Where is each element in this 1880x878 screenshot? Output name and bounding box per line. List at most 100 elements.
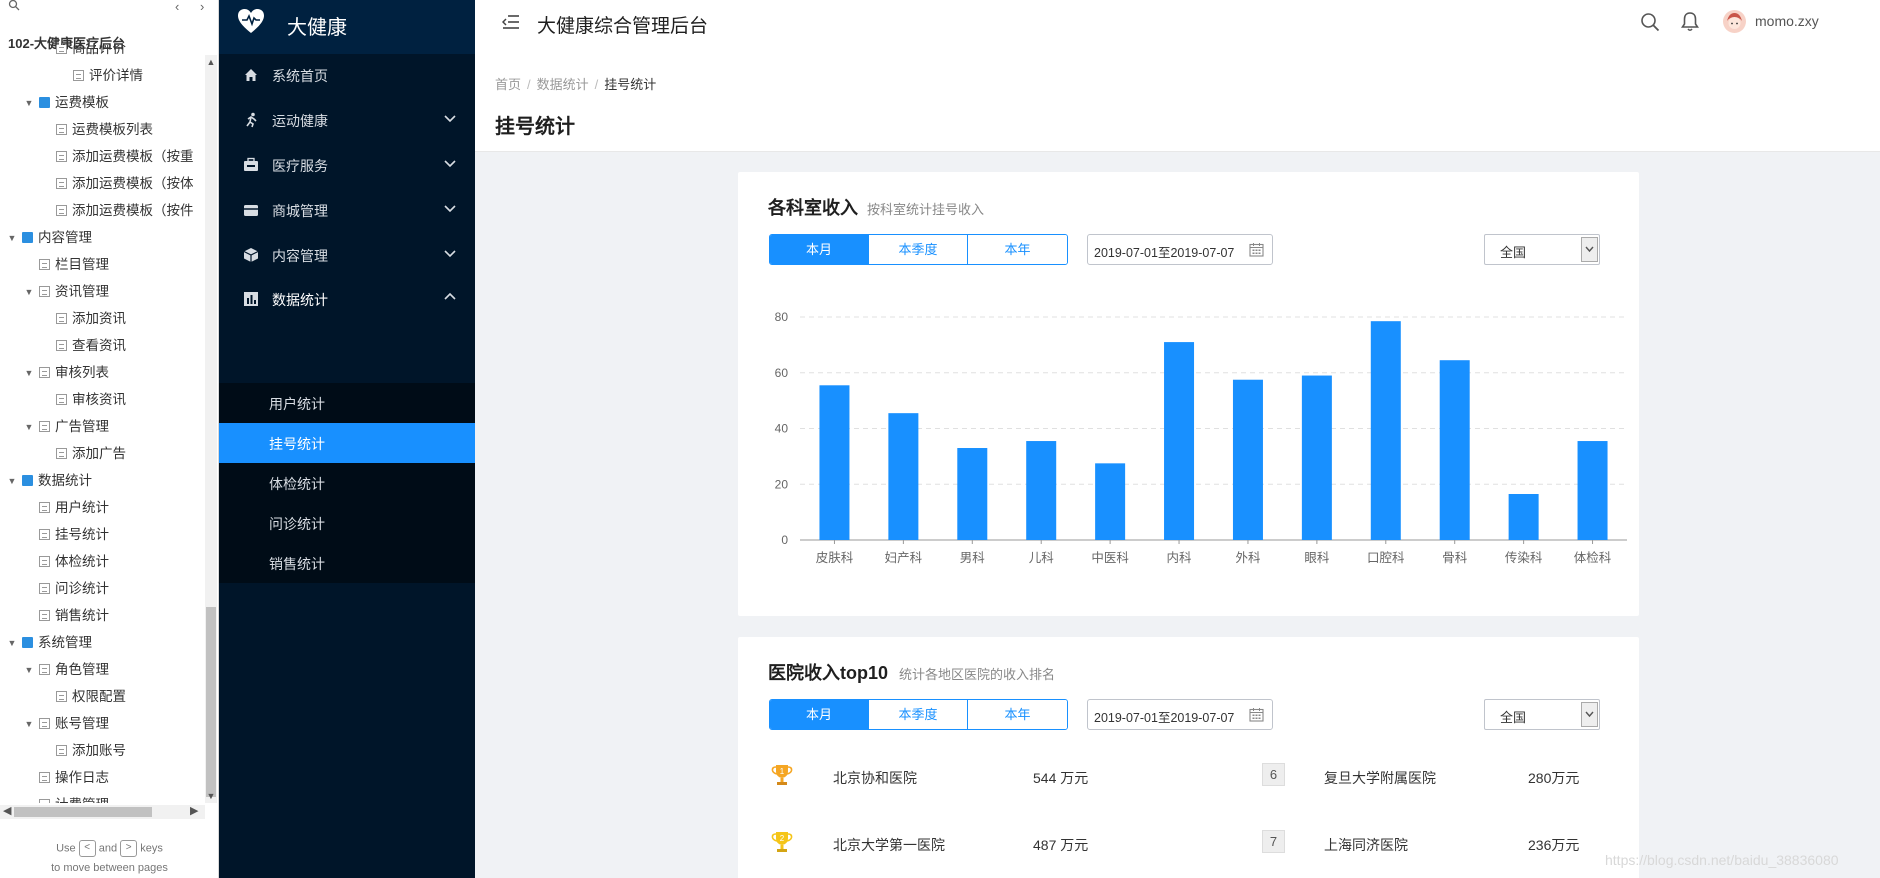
submenu-item[interactable]: 用户统计 bbox=[219, 383, 475, 423]
date-range-picker[interactable]: 2019-07-01至2019-07-07 bbox=[1087, 234, 1273, 265]
heart-logo-icon bbox=[238, 9, 264, 33]
page-icon bbox=[39, 609, 50, 621]
submenu-item[interactable]: 销售统计 bbox=[219, 543, 475, 583]
tree-item[interactable]: 添加运费模板（按件 bbox=[40, 197, 194, 224]
tree-item[interactable]: ▼ 内容管理 bbox=[6, 224, 92, 251]
scroll-down-icon[interactable]: ▼ bbox=[205, 791, 217, 801]
scrollbar-thumb[interactable] bbox=[206, 607, 216, 797]
y-tick-label: 60 bbox=[775, 366, 789, 380]
hospital-income: 487 万元 bbox=[1033, 837, 1089, 853]
bar-chart-icon bbox=[244, 292, 258, 306]
date-range-picker[interactable]: 2019-07-01至2019-07-07 bbox=[1087, 699, 1273, 730]
submenu-item[interactable]: 挂号统计 bbox=[219, 423, 475, 463]
page-icon bbox=[39, 501, 50, 513]
scroll-up-icon[interactable]: ▲ bbox=[205, 57, 217, 67]
tree-item[interactable]: 销售统计 bbox=[23, 602, 109, 629]
bar bbox=[1301, 375, 1332, 540]
chevron-up-icon[interactable] bbox=[443, 290, 457, 304]
watermark: https://blog.csdn.net/baidu_38836080 bbox=[1605, 852, 1839, 868]
chevron-down-icon[interactable] bbox=[443, 246, 457, 260]
chevron-down-icon[interactable] bbox=[1581, 237, 1598, 262]
hospital-name: 北京协和医院 bbox=[833, 770, 917, 786]
region-select[interactable]: 全国 bbox=[1484, 234, 1600, 265]
chevron-down-icon[interactable] bbox=[443, 201, 457, 215]
tree-item[interactable]: 体检统计 bbox=[23, 548, 109, 575]
region-select[interactable]: 全国 bbox=[1484, 699, 1600, 730]
sidebar-item-label: 系统首页 bbox=[272, 68, 328, 84]
tree-item[interactable]: 操作日志 bbox=[23, 764, 109, 791]
tree-item[interactable]: ▼ 资讯管理 bbox=[23, 278, 109, 305]
tree-item-label: 内容管理 bbox=[38, 230, 92, 245]
sidebar-item-label: 内容管理 bbox=[272, 248, 328, 264]
breadcrumb-home[interactable]: 首页 bbox=[495, 77, 521, 92]
scroll-left-icon[interactable]: ◀ bbox=[3, 804, 11, 817]
tree-item[interactable]: 添加账号 bbox=[40, 737, 126, 764]
tree-item-label: 评价详情 bbox=[89, 68, 143, 83]
tree-item[interactable]: 栏目管理 bbox=[23, 251, 109, 278]
submenu-item-label: 问诊统计 bbox=[269, 516, 325, 532]
search-icon[interactable] bbox=[8, 0, 20, 14]
tree-item[interactable]: 计费管理 bbox=[23, 791, 109, 803]
tree-item[interactable]: ▼ 运费模板 bbox=[23, 89, 109, 116]
expand-arrow-icon[interactable]: ▼ bbox=[23, 414, 35, 441]
search-icon[interactable] bbox=[1640, 12, 1660, 32]
tree-item[interactable]: ▼ 角色管理 bbox=[23, 656, 109, 683]
tree-item[interactable]: 挂号统计 bbox=[23, 521, 109, 548]
chevron-down-icon[interactable] bbox=[443, 156, 457, 170]
bell-icon[interactable] bbox=[1681, 11, 1699, 32]
range-quarter-button[interactable]: 本季度 bbox=[869, 700, 968, 729]
range-year-button[interactable]: 本年 bbox=[968, 700, 1067, 729]
tree-item[interactable]: 添加资讯 bbox=[40, 305, 126, 332]
tree-vertical-scrollbar[interactable]: ▲ ▼ bbox=[205, 55, 217, 803]
expand-arrow-icon[interactable]: ▼ bbox=[23, 657, 35, 684]
tree-horizontal-scrollbar[interactable]: ◀ ▶ bbox=[0, 805, 205, 819]
page-icon bbox=[39, 258, 50, 270]
expand-arrow-icon[interactable]: ▼ bbox=[23, 279, 35, 306]
tree-item[interactable]: 审核资讯 bbox=[40, 386, 126, 413]
expand-arrow-icon[interactable]: ▼ bbox=[6, 468, 18, 495]
tree-item[interactable]: 运费模板列表 bbox=[40, 116, 153, 143]
range-year-button[interactable]: 本年 bbox=[968, 235, 1067, 264]
tree-item[interactable]: 问诊统计 bbox=[23, 575, 109, 602]
tree-item[interactable]: 商品评价 bbox=[40, 45, 126, 62]
submenu-item[interactable]: 问诊统计 bbox=[219, 503, 475, 543]
tree-item-label: 添加广告 bbox=[72, 446, 126, 461]
range-month-button[interactable]: 本月 bbox=[770, 235, 869, 264]
page-icon bbox=[39, 420, 50, 432]
tree-item[interactable]: ▼ 广告管理 bbox=[23, 413, 109, 440]
tree-item[interactable]: 评价详情 bbox=[57, 62, 143, 89]
tree-item[interactable]: 查看资讯 bbox=[40, 332, 126, 359]
sidebar-item-bar-chart[interactable]: 数据统计 bbox=[219, 272, 475, 326]
expand-arrow-icon[interactable]: ▼ bbox=[23, 360, 35, 387]
region-select-value: 全国 bbox=[1500, 710, 1527, 725]
sidebar-logo[interactable]: 大健康 bbox=[219, 0, 475, 54]
menu-fold-icon[interactable] bbox=[502, 14, 520, 30]
scrollbar-thumb[interactable] bbox=[14, 807, 152, 817]
tree-item[interactable]: ▼ 审核列表 bbox=[23, 359, 109, 386]
range-month-button[interactable]: 本月 bbox=[770, 700, 869, 729]
tree-item[interactable]: 权限配置 bbox=[40, 683, 126, 710]
tree-item[interactable]: 用户统计 bbox=[23, 494, 109, 521]
chevron-down-icon[interactable] bbox=[443, 111, 457, 125]
expand-arrow-icon[interactable]: ▼ bbox=[6, 630, 18, 657]
username[interactable]: momo.zxy bbox=[1755, 13, 1819, 29]
tree-item[interactable]: ▼ 账号管理 bbox=[23, 710, 109, 737]
expand-arrow-icon[interactable]: ▼ bbox=[23, 90, 35, 117]
chevron-down-icon[interactable] bbox=[1581, 702, 1598, 727]
submenu-item[interactable]: 体检统计 bbox=[219, 463, 475, 503]
submenu-item-label: 体检统计 bbox=[269, 476, 325, 492]
tree-item[interactable]: ▼ 数据统计 bbox=[6, 467, 92, 494]
next-page-icon[interactable]: › bbox=[200, 0, 204, 14]
prev-page-icon[interactable]: ‹ bbox=[175, 0, 179, 14]
tree-item[interactable]: 添加广告 bbox=[40, 440, 126, 467]
tree-item[interactable]: ▼ 系统管理 bbox=[6, 629, 92, 656]
scroll-right-icon[interactable]: ▶ bbox=[190, 804, 198, 817]
range-tabs: 本月 本季度 本年 bbox=[769, 234, 1068, 265]
avatar[interactable] bbox=[1723, 10, 1746, 33]
expand-arrow-icon[interactable]: ▼ bbox=[6, 225, 18, 252]
range-quarter-button[interactable]: 本季度 bbox=[869, 235, 968, 264]
tree-item[interactable]: 添加运费模板（按重 bbox=[40, 143, 194, 170]
breadcrumb-data-stats[interactable]: 数据统计 bbox=[537, 77, 589, 92]
tree-item[interactable]: 添加运费模板（按体 bbox=[40, 170, 194, 197]
expand-arrow-icon[interactable]: ▼ bbox=[23, 711, 35, 738]
